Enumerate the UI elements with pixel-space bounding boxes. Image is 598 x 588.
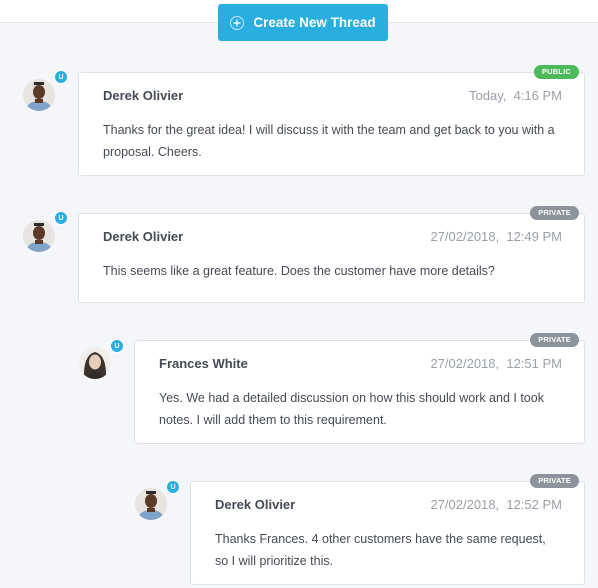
timestamp: 27/02/2018, 12:49 PM (430, 229, 562, 244)
user-role-badge: U (110, 339, 124, 353)
timestamp: 27/02/2018, 12:51 PM (430, 356, 562, 371)
timestamp: Today, 4:16 PM (469, 88, 562, 103)
visibility-badge: PRIVATE (530, 206, 579, 220)
thread-card: PRIVATE Derek Olivier 27/02/2018, 12:52 … (190, 474, 585, 585)
message-text: This seems like a great feature. Does th… (103, 264, 495, 278)
thread-card: PRIVATE Derek Olivier 27/02/2018, 12:49 … (78, 206, 585, 303)
message-text: Thanks for the great idea! I will discus… (103, 123, 555, 159)
thread-card: PUBLIC Derek Olivier Today, 4:16 PM Than… (78, 65, 585, 176)
visibility-badge: PUBLIC (533, 65, 579, 79)
create-new-thread-button[interactable]: Create New Thread (218, 4, 388, 41)
author-name[interactable]: Frances White (159, 356, 248, 371)
author-name[interactable]: Derek Olivier (103, 88, 183, 103)
author-name[interactable]: Derek Olivier (103, 229, 183, 244)
user-role-badge: U (166, 480, 180, 494)
plus-circle-icon (230, 15, 245, 30)
message-text: Thanks Frances. 4 other customers have t… (215, 532, 546, 568)
avatar[interactable] (23, 220, 55, 252)
thread-card: PRIVATE Frances White 27/02/2018, 12:51 … (134, 333, 585, 444)
author-name[interactable]: Derek Olivier (215, 497, 295, 512)
user-role-badge: U (54, 70, 68, 84)
message-text: Yes. We had a detailed discussion on how… (159, 391, 544, 427)
create-new-thread-label: Create New Thread (253, 15, 376, 30)
timestamp: 27/02/2018, 12:52 PM (430, 497, 562, 512)
avatar[interactable] (135, 488, 167, 520)
visibility-badge: PRIVATE (530, 333, 579, 347)
avatar[interactable] (23, 79, 55, 111)
visibility-badge: PRIVATE (530, 474, 579, 488)
user-role-badge: U (54, 211, 68, 225)
avatar[interactable] (79, 347, 111, 379)
